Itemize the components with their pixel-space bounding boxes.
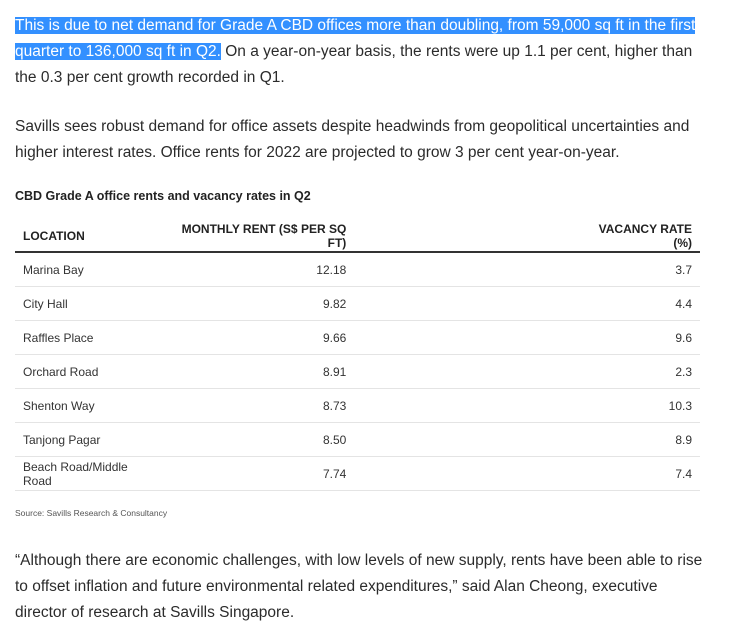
table-row: Beach Road/Middle Road 7.74 7.4: [15, 456, 700, 491]
header-vacancy: VACANCY RATE (%): [573, 220, 700, 253]
paragraph-outlook: Savills sees robust demand for office as…: [15, 118, 690, 161]
table-row: Shenton Way 8.73 10.3: [15, 388, 700, 423]
cell-location: Raffles Place: [15, 320, 163, 355]
cell-vacancy: 7.4: [573, 456, 700, 491]
paragraph-quote: “Although there are economic challenges,…: [15, 552, 703, 621]
cell-location: Orchard Road: [15, 354, 163, 389]
cell-rent: 9.66: [162, 320, 574, 355]
table-row: Tanjong Pagar 8.50 8.9: [15, 422, 700, 457]
cell-vacancy: 3.7: [573, 252, 700, 287]
cell-location: City Hall: [15, 286, 163, 321]
cell-rent: 8.91: [162, 354, 574, 389]
table-row: Raffles Place 9.66 9.6: [15, 320, 700, 355]
table-source: Source: Savills Research & Consultancy: [15, 508, 168, 518]
cell-location: Shenton Way: [15, 388, 163, 423]
cell-vacancy: 8.9: [573, 422, 700, 457]
cell-location: Beach Road/Middle Road: [15, 456, 163, 491]
cell-rent: 7.74: [162, 456, 574, 491]
table-header-row: LOCATION MONTHLY RENT (S$ PER SQ FT) VAC…: [15, 220, 700, 253]
cell-rent: 9.82: [162, 286, 574, 321]
cell-location: Tanjong Pagar: [15, 422, 163, 457]
cell-vacancy: 2.3: [573, 354, 700, 389]
cell-location: Marina Bay: [15, 252, 163, 287]
table-row: City Hall 9.82 4.4: [15, 286, 700, 321]
cell-vacancy: 4.4: [573, 286, 700, 321]
cell-rent: 12.18: [162, 252, 574, 287]
table-row: Orchard Road 8.91 2.3: [15, 354, 700, 389]
table-row: Marina Bay 12.18 3.7: [15, 252, 700, 287]
rents-table: LOCATION MONTHLY RENT (S$ PER SQ FT) VAC…: [15, 220, 700, 491]
cell-vacancy: 9.6: [573, 320, 700, 355]
paragraph-demand: This is due to net demand for Grade A CB…: [15, 13, 705, 91]
table-caption: CBD Grade A office rents and vacancy rat…: [15, 189, 311, 203]
cell-rent: 8.50: [162, 422, 574, 457]
cell-rent: 8.73: [162, 388, 574, 423]
cell-vacancy: 10.3: [573, 388, 700, 423]
header-location: LOCATION: [15, 220, 163, 253]
header-rent: MONTHLY RENT (S$ PER SQ FT): [162, 220, 574, 253]
